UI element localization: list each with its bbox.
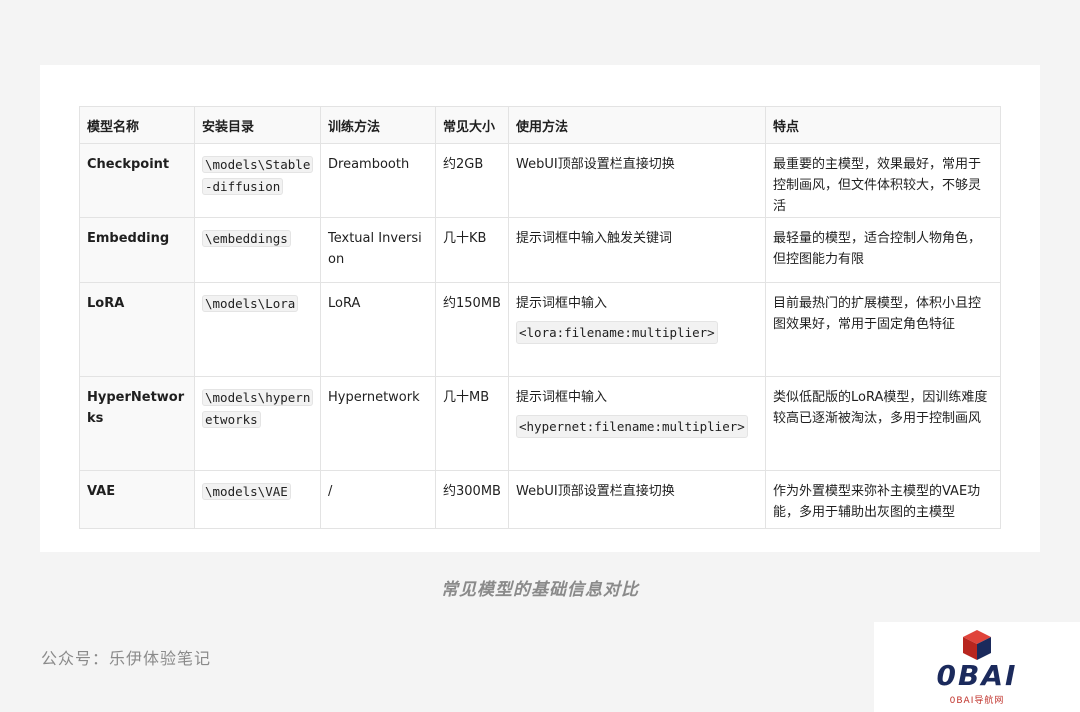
cell-common-size: 几十MB — [435, 376, 509, 471]
page: 模型名称 安装目录 训练方法 常见大小 使用方法 特点 Checkpoint \… — [0, 0, 1080, 712]
cell-common-size: 约150MB — [435, 282, 509, 377]
watermark-logo: 0BAI 0BAI导航网 — [874, 622, 1080, 712]
cell-training-method: / — [320, 470, 436, 529]
dir-code: \embeddings — [202, 230, 291, 247]
dir-code: \models\Lora — [202, 295, 299, 312]
cell-usage: WebUI顶部设置栏直接切换 — [508, 470, 766, 529]
model-comparison-table: 模型名称 安装目录 训练方法 常见大小 使用方法 特点 Checkpoint \… — [79, 106, 1001, 529]
cell-usage: 提示词框中输入 <hypernet:filename:multiplier> — [508, 376, 766, 471]
usage-text: 提示词框中输入触发关键词 — [516, 231, 673, 246]
table-row: VAE \models\VAE / 约300MB WebUI顶部设置栏直接切换 … — [79, 470, 1001, 529]
logo-subtext: 0BAI导航网 — [949, 696, 1005, 706]
cell-usage: 提示词框中输入 <lora:filename:multiplier> — [508, 282, 766, 377]
table-header-row: 模型名称 安装目录 训练方法 常见大小 使用方法 特点 — [79, 106, 1001, 144]
dir-code: \models\Stable-diffusion — [202, 156, 314, 195]
cube-logo-icon — [963, 630, 991, 660]
cell-training-method: Hypernetwork — [320, 376, 436, 471]
usage-text: 提示词框中输入 — [516, 390, 608, 405]
cell-common-size: 约2GB — [435, 143, 509, 218]
table-row: Embedding \embeddings Textual Inversion … — [79, 217, 1001, 283]
cell-install-dir: \models\Lora — [194, 282, 321, 377]
table-caption: 常见模型的基础信息对比 — [441, 580, 639, 600]
usage-code: <hypernet:filename:multiplier> — [516, 415, 748, 438]
cell-training-method: Textual Inversion — [320, 217, 436, 283]
cell-training-method: LoRA — [320, 282, 436, 377]
header-model-name: 模型名称 — [79, 106, 195, 144]
cell-install-dir: \models\hypernetworks — [194, 376, 321, 471]
cell-common-size: 几十KB — [435, 217, 509, 283]
cell-features: 最轻量的模型，适合控制人物角色，但控图能力有限 — [765, 217, 1001, 283]
cell-model-name: VAE — [79, 470, 195, 529]
table-row: HyperNetworks \models\hypernetworks Hype… — [79, 376, 1001, 471]
usage-text: 提示词框中输入 — [516, 296, 608, 311]
cell-features: 最重要的主模型，效果最好，常用于控制画风，但文件体积较大，不够灵活 — [765, 143, 1001, 218]
cell-training-method: Dreambooth — [320, 143, 436, 218]
cell-model-name: Checkpoint — [79, 143, 195, 218]
header-usage: 使用方法 — [508, 106, 766, 144]
cell-features: 目前最热门的扩展模型，体积小且控图效果好，常用于固定角色特征 — [765, 282, 1001, 377]
table-row: LoRA \models\Lora LoRA 约150MB 提示词框中输入 <l… — [79, 282, 1001, 377]
cell-model-name: LoRA — [79, 282, 195, 377]
dir-code: \models\VAE — [202, 483, 291, 500]
cell-model-name: Embedding — [79, 217, 195, 283]
usage-code: <lora:filename:multiplier> — [516, 321, 718, 344]
cell-model-name: HyperNetworks — [79, 376, 195, 471]
cell-usage: 提示词框中输入触发关键词 — [508, 217, 766, 283]
table-card: 模型名称 安装目录 训练方法 常见大小 使用方法 特点 Checkpoint \… — [40, 65, 1040, 552]
cell-install-dir: \models\VAE — [194, 470, 321, 529]
table-row: Checkpoint \models\Stable-diffusion Drea… — [79, 143, 1001, 218]
header-common-size: 常见大小 — [435, 106, 509, 144]
cell-features: 类似低配版的LoRA模型，因训练难度较高已逐渐被淘汰，多用于控制画风 — [765, 376, 1001, 471]
cell-features: 作为外置模型来弥补主模型的VAE功能，多用于辅助出灰图的主模型 — [765, 470, 1001, 529]
header-install-dir: 安装目录 — [194, 106, 321, 144]
logo-text: 0BAI — [936, 659, 1018, 692]
cell-install-dir: \embeddings — [194, 217, 321, 283]
usage-text: WebUI顶部设置栏直接切换 — [516, 157, 675, 172]
account-signature: 公众号：乐伊体验笔记 — [41, 649, 212, 668]
dir-code: \models\hypernetworks — [202, 389, 314, 428]
cell-common-size: 约300MB — [435, 470, 509, 529]
cell-install-dir: \models\Stable-diffusion — [194, 143, 321, 218]
header-training-method: 训练方法 — [320, 106, 436, 144]
usage-text: WebUI顶部设置栏直接切换 — [516, 484, 675, 499]
header-features: 特点 — [765, 106, 1001, 144]
cell-usage: WebUI顶部设置栏直接切换 — [508, 143, 766, 218]
